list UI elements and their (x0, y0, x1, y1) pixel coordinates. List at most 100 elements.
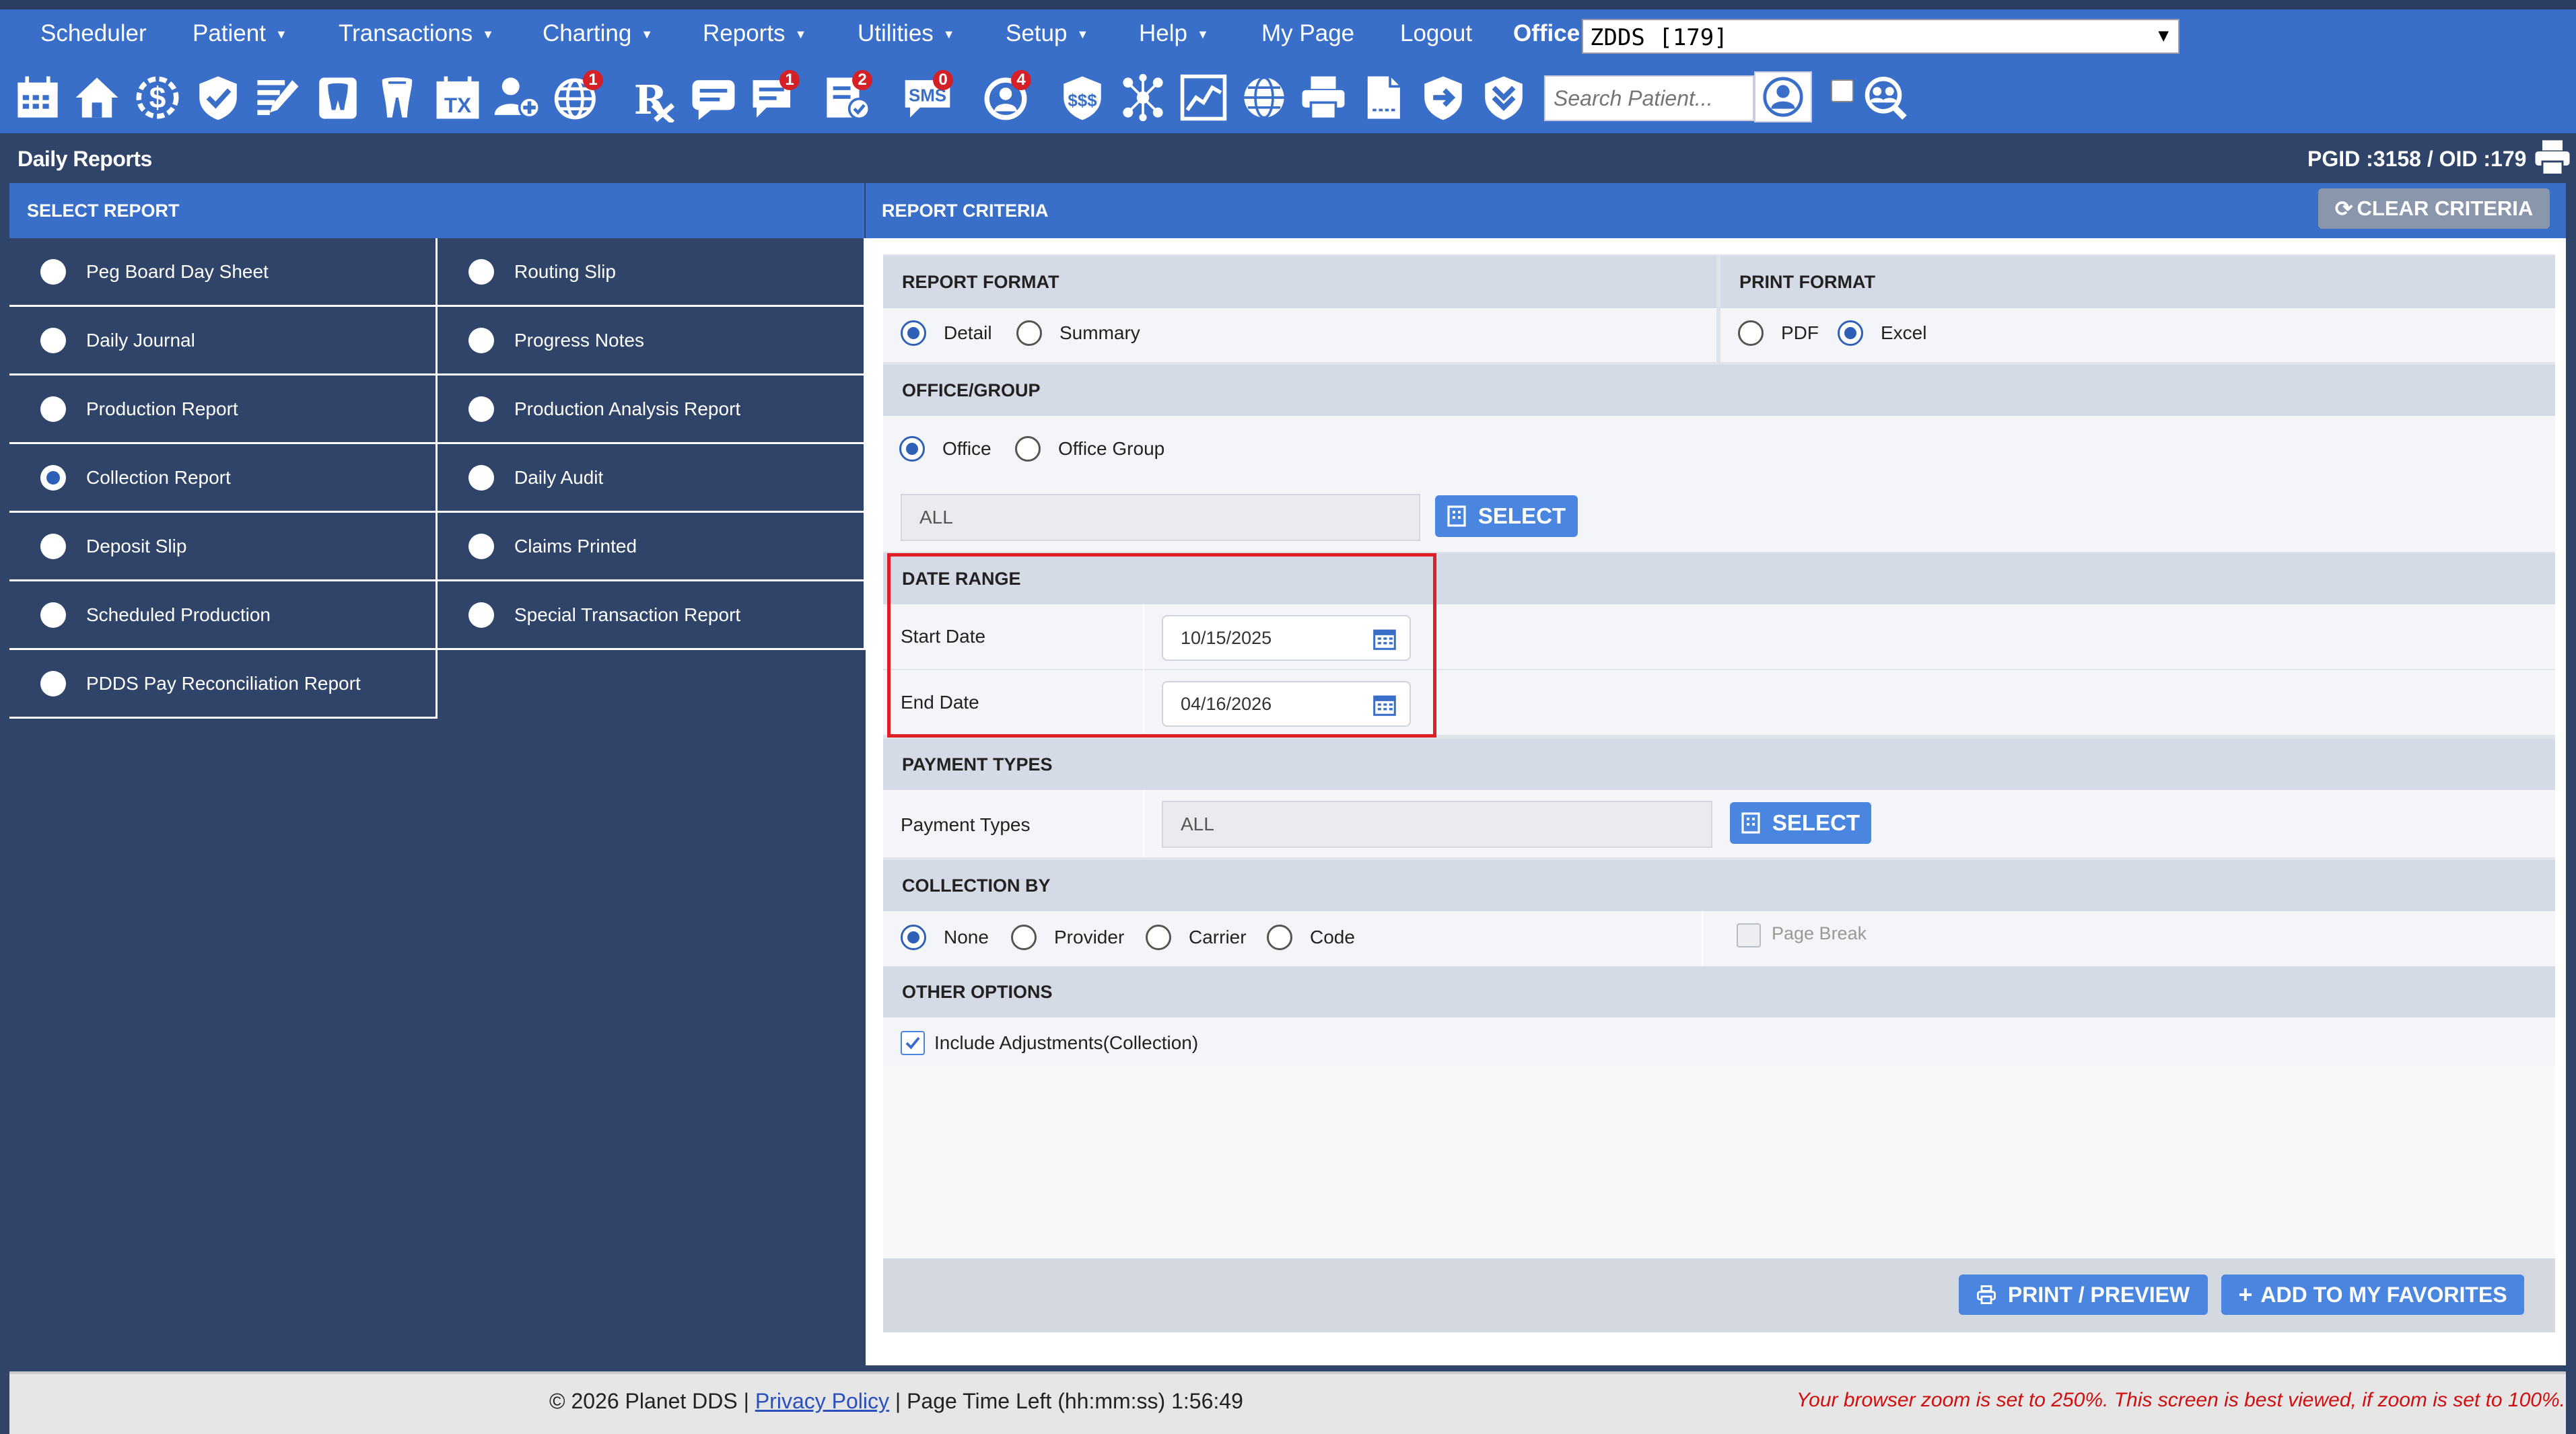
report-radio[interactable] (468, 396, 494, 422)
report-radio[interactable] (40, 670, 66, 696)
print-preview-button[interactable]: PRINT / PREVIEW (1959, 1275, 2208, 1315)
rx-icon[interactable]: R (626, 67, 680, 128)
privacy-policy-link[interactable]: Privacy Policy (755, 1389, 889, 1413)
add-user-icon[interactable] (490, 67, 544, 128)
report-option-daily-journal[interactable]: Daily Journal (9, 307, 438, 375)
report-radio-selected[interactable] (40, 464, 66, 491)
report-radio[interactable] (40, 327, 66, 353)
print-icon[interactable] (2532, 137, 2573, 178)
patient-search-input[interactable] (1544, 75, 1754, 121)
page-break-divider (1702, 911, 1703, 966)
radio-selected[interactable] (901, 925, 926, 950)
report-option-production-report[interactable]: Production Report (9, 375, 438, 444)
report-option-deposit-slip[interactable]: Deposit Slip (9, 513, 438, 581)
radio-selected[interactable] (1838, 320, 1863, 346)
report-option-collection-report[interactable]: Collection Report (9, 444, 438, 513)
radio[interactable] (1011, 925, 1037, 950)
chart-icon[interactable] (1177, 67, 1230, 128)
menu-charting[interactable]: Charting ▼ (543, 20, 653, 47)
add-to-favorites-button[interactable]: + ADD TO MY FAVORITES (2221, 1275, 2524, 1315)
report-option-claims-printed[interactable]: Claims Printed (438, 513, 866, 581)
print-format-pdf[interactable]: PDF (1738, 320, 1819, 346)
report-format-detail[interactable]: Detail (901, 320, 992, 346)
report-option-peg-board-day-sheet[interactable]: Peg Board Day Sheet (9, 238, 438, 307)
print-format-excel[interactable]: Excel (1838, 320, 1926, 346)
report-radio[interactable] (40, 396, 66, 422)
arrow-shield-icon[interactable] (1416, 67, 1470, 128)
recall-icon[interactable]: 4 (979, 67, 1033, 128)
radio[interactable] (1016, 320, 1042, 346)
include-adjustments-checkbox[interactable] (901, 1031, 925, 1055)
report-option-production-analysis-report[interactable]: Production Analysis Report (438, 375, 866, 444)
payment-types-select-button[interactable]: SELECT (1730, 802, 1871, 844)
tx-calendar-icon[interactable]: TX (431, 67, 485, 128)
menu-setup[interactable]: Setup ▼ (1006, 20, 1088, 47)
report-radio[interactable] (40, 258, 66, 285)
home-icon[interactable] (70, 67, 124, 128)
office-group-office-group[interactable]: Office Group (1015, 436, 1164, 462)
report-radio[interactable] (468, 602, 494, 628)
page-break-checkbox[interactable] (1737, 923, 1761, 947)
clear-criteria-button[interactable]: ⟳ CLEAR CRITERIA (2318, 188, 2550, 229)
office-group-field[interactable]: ALL (901, 494, 1420, 541)
patient-search-button[interactable] (1754, 71, 1812, 122)
report-option-pdds-pay-reconciliation-report[interactable]: PDDS Pay Reconciliation Report (9, 650, 438, 719)
radio[interactable] (1738, 320, 1764, 346)
office-group-office[interactable]: Office (899, 436, 991, 462)
title-bar (0, 133, 2576, 183)
collection-by-code[interactable]: Code (1267, 925, 1355, 950)
payment-types-field[interactable]: ALL (1162, 801, 1712, 848)
shield-check-icon[interactable] (191, 67, 245, 128)
report-criteria-header: REPORT CRITERIA (866, 183, 2566, 238)
report-option-special-transaction-report[interactable]: Special Transaction Report (438, 581, 866, 650)
group-search-icon[interactable] (1856, 67, 1910, 128)
tooth-icon[interactable] (311, 67, 365, 128)
report-radio[interactable] (40, 602, 66, 628)
radio-selected[interactable] (901, 320, 926, 346)
chat-icon[interactable]: 1 (747, 67, 801, 128)
collection-by-provider[interactable]: Provider (1011, 925, 1124, 950)
calendar-icon[interactable] (11, 67, 65, 128)
checklist-icon[interactable]: 2 (820, 67, 874, 128)
collection-by-carrier[interactable]: Carrier (1146, 925, 1247, 950)
report-radio[interactable] (468, 258, 494, 285)
report-format-summary[interactable]: Summary (1016, 320, 1140, 346)
insurance-icon[interactable]: $$$ (1055, 67, 1109, 128)
radio[interactable] (1146, 925, 1171, 950)
menu-logout[interactable]: Logout (1400, 20, 1472, 47)
dollar-icon[interactable]: $ (131, 67, 184, 128)
menu-scheduler[interactable]: Scheduler (40, 20, 147, 47)
radio[interactable] (1267, 925, 1292, 950)
edit-icon[interactable] (250, 67, 304, 128)
report-radio[interactable] (468, 533, 494, 559)
report-radio[interactable] (468, 327, 494, 353)
menu-patient[interactable]: Patient ▼ (193, 20, 287, 47)
office-select[interactable]: ZDDS [179] ▼ (1582, 19, 2180, 54)
report-option-daily-audit[interactable]: Daily Audit (438, 444, 866, 513)
message-icon[interactable] (687, 67, 740, 128)
menu-my-page[interactable]: My Page (1261, 20, 1354, 47)
report-option-routing-slip[interactable]: Routing Slip (438, 238, 866, 307)
chevrons-down-icon[interactable] (1477, 67, 1531, 128)
toolbar-checkbox[interactable] (1831, 79, 1854, 102)
office-select-button[interactable]: SELECT (1435, 495, 1578, 537)
radio-selected[interactable] (899, 436, 925, 462)
globe-badge: 1 (583, 70, 603, 90)
report-option-progress-notes[interactable]: Progress Notes (438, 307, 866, 375)
network-icon[interactable] (1116, 67, 1170, 128)
document-icon[interactable] (1356, 67, 1409, 128)
sms-icon[interactable]: SMS 0 (901, 67, 954, 128)
menu-transactions[interactable]: Transactions ▼ (339, 20, 494, 47)
report-radio[interactable] (40, 533, 66, 559)
menu-reports[interactable]: Reports ▼ (703, 20, 806, 47)
globe-grid-icon[interactable] (1237, 67, 1291, 128)
tooth-roots-icon[interactable] (370, 67, 424, 128)
menu-help[interactable]: Help ▼ (1139, 20, 1209, 47)
report-option-scheduled-production[interactable]: Scheduled Production (9, 581, 438, 650)
menu-utilities[interactable]: Utilities ▼ (858, 20, 955, 47)
report-radio[interactable] (468, 464, 494, 491)
collection-by-none[interactable]: None (901, 925, 989, 950)
printer-icon[interactable] (1296, 67, 1350, 128)
radio[interactable] (1015, 436, 1041, 462)
globe-icon[interactable]: 1 (551, 67, 604, 128)
